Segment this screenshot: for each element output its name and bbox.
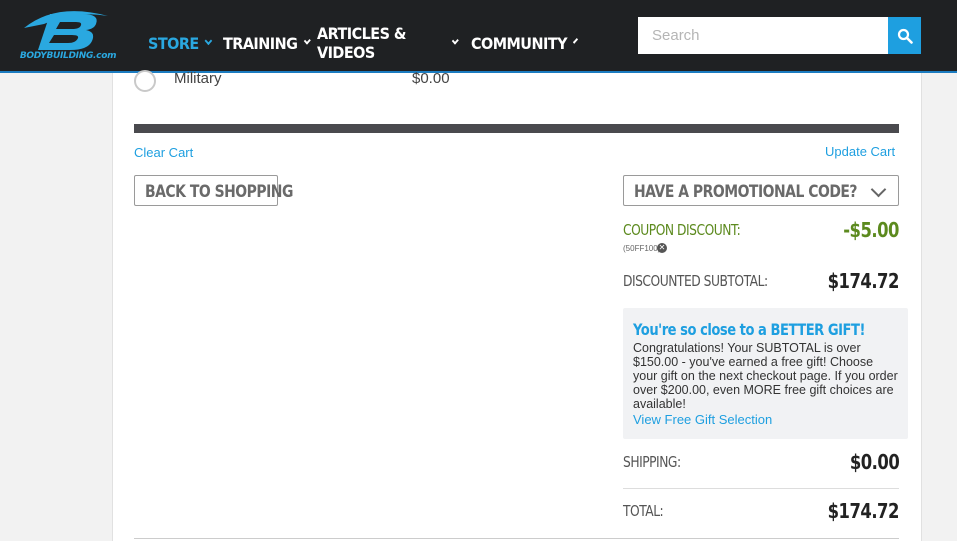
promo-code-label: HAVE A PROMOTIONAL CODE? [634, 182, 858, 202]
chevron-down-icon [451, 36, 459, 45]
chevron-down-icon [572, 38, 578, 44]
remove-coupon-icon[interactable]: ✕ [657, 243, 667, 253]
gift-notice-title: You're so close to a BETTER GIFT! [633, 320, 865, 339]
total-label: TOTAL: [623, 502, 664, 520]
top-navigation-bar: BODYBUILDING.com STORE TRAINING ARTICLES… [0, 0, 957, 71]
update-cart-link[interactable]: Update Cart [825, 144, 895, 159]
total-value: $174.72 [827, 499, 900, 523]
logo-wordmark: BODYBUILDING.com [19, 51, 117, 61]
nav-store[interactable]: STORE [148, 24, 216, 62]
promo-code-dropdown[interactable]: HAVE A PROMOTIONAL CODE? [623, 175, 899, 206]
back-to-shopping-label: BACK TO SHOPPING [145, 182, 293, 202]
coupon-discount-value: -$5.00 [843, 218, 899, 242]
main-nav: STORE TRAINING ARTICLES & VIDEOS COMMUNI… [148, 24, 581, 62]
chevron-down-icon [303, 36, 311, 45]
chevron-down-icon [870, 181, 887, 198]
nav-articles-label: ARTICLES & VIDEOS [317, 24, 406, 62]
view-free-gift-link[interactable]: View Free Gift Selection [633, 412, 772, 427]
search-button[interactable] [888, 17, 921, 54]
discounted-subtotal-value: $174.72 [827, 269, 900, 293]
search-input[interactable] [638, 17, 888, 54]
clear-cart-link[interactable]: Clear Cart [134, 145, 193, 160]
bottom-divider [134, 538, 899, 539]
shipping-option-radio[interactable] [134, 70, 156, 92]
free-gift-notice: You're so close to a BETTER GIFT! Congra… [623, 308, 908, 439]
back-to-shopping-button[interactable]: BACK TO SHOPPING [134, 175, 293, 206]
nav-community[interactable]: COMMUNITY [471, 24, 578, 62]
chevron-down-icon [204, 36, 213, 46]
logo-b-icon [24, 11, 108, 50]
coupon-code: (50FF100) [623, 244, 661, 253]
nav-articles-videos[interactable]: ARTICLES & VIDEOS [317, 24, 459, 62]
total-divider [623, 488, 899, 489]
shipping-option-label: Military [174, 70, 222, 87]
shipping-option-price: $0.00 [412, 70, 450, 87]
search-icon [897, 28, 913, 44]
gift-notice-body: Congratulations! Your SUBTOTAL is over $… [633, 341, 898, 411]
cart-divider [134, 124, 899, 133]
nav-store-label: STORE [148, 33, 199, 53]
nav-training-label: TRAINING [223, 33, 298, 53]
shipping-label: SHIPPING: [623, 453, 681, 471]
bodybuilding-logo[interactable]: BODYBUILDING.com [16, 8, 120, 64]
coupon-discount-label: COUPON DISCOUNT: [623, 221, 741, 239]
nav-community-label: COMMUNITY [471, 33, 568, 53]
shipping-value: $0.00 [849, 450, 900, 474]
nav-training[interactable]: TRAINING [223, 24, 311, 62]
